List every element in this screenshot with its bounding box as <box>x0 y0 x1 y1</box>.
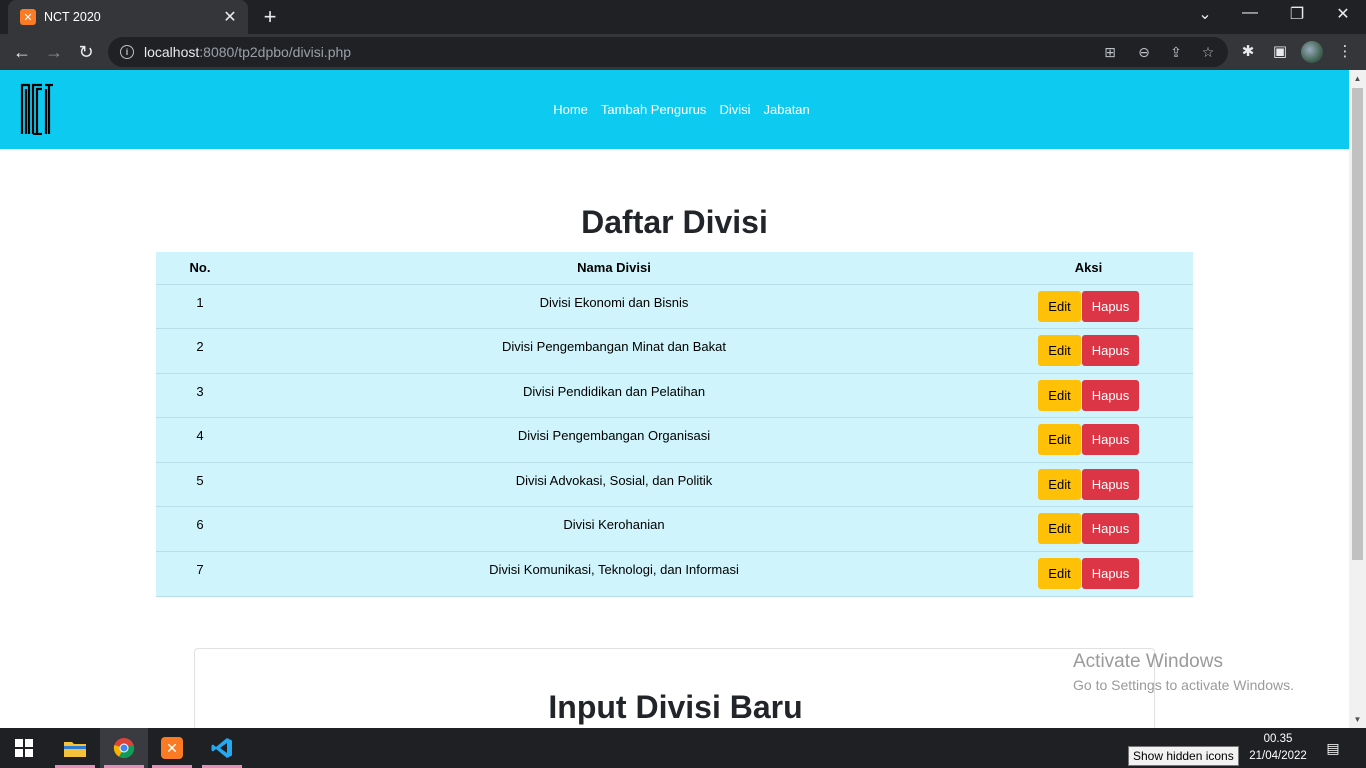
taskbar-clock[interactable]: 00.35 21/04/2022 <box>1246 731 1310 765</box>
row-nama-divisi: Divisi Advokasi, Sosial, dan Politik <box>244 462 984 508</box>
column-header-aksi: Aksi <box>984 252 1193 285</box>
row-number: 7 <box>156 551 244 597</box>
xampp-icon[interactable]: ✕ <box>148 728 196 768</box>
edit-button[interactable]: Edit <box>1038 513 1081 545</box>
side-panel-icon[interactable]: ▣ <box>1270 42 1290 62</box>
zoom-icon[interactable]: ⊖ <box>1136 44 1152 60</box>
browser-tab-bar: ✕ NCT 2020 ✕ + ⌄ — ❐ ✕ <box>0 0 1366 34</box>
hapus-button[interactable]: Hapus <box>1082 424 1139 456</box>
row-actions: Edit Hapus <box>984 328 1193 374</box>
row-nama-divisi: Divisi Pendidikan dan Pelatihan <box>244 373 984 419</box>
profile-avatar[interactable] <box>1301 41 1323 63</box>
notification-center-icon[interactable]: ▤ <box>1323 738 1343 758</box>
close-window-icon[interactable]: ✕ <box>1331 4 1355 24</box>
nav-tambah-pengurus[interactable]: Tambah Pengurus <box>601 102 707 117</box>
table-row: 3 Divisi Pendidikan dan Pelatihan Edit Ha… <box>156 373 1193 419</box>
tab-title: NCT 2020 <box>44 10 101 24</box>
input-divisi-card: Input Divisi Baru <box>194 648 1155 728</box>
tab-search-icon[interactable]: ⌄ <box>1193 4 1217 24</box>
hapus-button[interactable]: Hapus <box>1082 513 1139 545</box>
browser-toolbar: ← → ↻ i localhost:8080/tp2dpbo/divisi.ph… <box>0 34 1366 70</box>
page-viewport: Home Tambah Pengurus Divisi Jabatan Daft… <box>0 70 1349 728</box>
row-actions: Edit Hapus <box>984 462 1193 508</box>
show-hidden-icons-tooltip: Show hidden icons <box>1128 746 1239 766</box>
back-icon[interactable]: ← <box>10 40 34 64</box>
edit-button[interactable]: Edit <box>1038 379 1081 411</box>
form-title: Input Divisi Baru <box>548 689 803 725</box>
site-header: Home Tambah Pengurus Divisi Jabatan <box>0 70 1349 149</box>
hapus-button[interactable]: Hapus <box>1082 558 1139 590</box>
edit-button[interactable]: Edit <box>1038 424 1081 456</box>
xampp-icon: ✕ <box>20 9 36 25</box>
windows-start-icon[interactable] <box>0 728 48 768</box>
table-row: 4 Divisi Pengembangan Organisasi Edit Hap… <box>156 417 1193 463</box>
row-actions: Edit Hapus <box>984 551 1193 597</box>
clock-time: 00.35 <box>1263 733 1293 745</box>
edit-button[interactable]: Edit <box>1038 290 1081 322</box>
row-actions: Edit Hapus <box>984 373 1193 419</box>
row-number: 1 <box>156 284 244 330</box>
edit-button[interactable]: Edit <box>1038 558 1081 590</box>
edit-button[interactable]: Edit <box>1038 335 1081 367</box>
row-nama-divisi: Divisi Komunikasi, Teknologi, dan Inform… <box>244 551 984 597</box>
activate-windows-title: Activate Windows <box>1073 651 1223 672</box>
edit-button[interactable]: Edit <box>1038 468 1081 500</box>
translate-icon[interactable]: ⊞ <box>1102 44 1118 60</box>
table-row: 5 Divisi Advokasi, Sosial, dan Politik E… <box>156 462 1193 508</box>
close-tab-icon[interactable]: ✕ <box>220 7 240 27</box>
restore-icon[interactable]: ❐ <box>1285 4 1309 24</box>
clock-date: 21/04/2022 <box>1249 750 1307 762</box>
extensions-icon[interactable]: ✱ <box>1238 42 1258 62</box>
minimize-icon[interactable]: — <box>1238 4 1262 22</box>
activate-windows-watermark: Activate Windows Go to Settings to activ… <box>1073 651 1294 693</box>
hapus-button[interactable]: Hapus <box>1082 290 1139 322</box>
table-header-row: No. Nama Divisi Aksi <box>156 252 1193 285</box>
divisi-table: No. Nama Divisi Aksi 1 Divisi Ekonomi da… <box>156 252 1193 597</box>
scroll-up-arrow-icon[interactable]: ▲ <box>1349 70 1366 87</box>
forward-icon[interactable]: → <box>42 40 66 64</box>
row-number: 5 <box>156 462 244 508</box>
file-explorer-icon[interactable] <box>51 728 99 768</box>
nav-home[interactable]: Home <box>553 102 588 117</box>
row-nama-divisi: Divisi Pengembangan Organisasi <box>244 417 984 463</box>
browser-tab[interactable]: ✕ NCT 2020 ✕ <box>8 0 248 34</box>
row-nama-divisi: Divisi Pengembangan Minat dan Bakat <box>244 328 984 374</box>
nav-divisi[interactable]: Divisi <box>719 102 750 117</box>
page-title: Daftar Divisi <box>581 204 768 240</box>
column-header-no: No. <box>156 252 244 285</box>
column-header-nama-divisi: Nama Divisi <box>244 252 984 285</box>
scroll-thumb[interactable] <box>1352 88 1363 560</box>
site-info-icon[interactable]: i <box>120 45 134 59</box>
bookmark-star-icon[interactable]: ☆ <box>1200 44 1216 60</box>
table-row: 2 Divisi Pengembangan Minat dan Bakat Ed… <box>156 328 1193 374</box>
table-row: 1 Divisi Ekonomi dan Bisnis Edit Hapus <box>156 284 1193 330</box>
row-nama-divisi: Divisi Kerohanian <box>244 506 984 553</box>
row-number: 2 <box>156 328 244 374</box>
row-actions: Edit Hapus <box>984 284 1193 330</box>
scroll-down-arrow-icon[interactable]: ▼ <box>1349 711 1366 728</box>
row-actions: Edit Hapus <box>984 506 1193 553</box>
url-text: localhost:8080/tp2dpbo/divisi.php <box>144 44 352 60</box>
new-tab-icon[interactable]: + <box>258 4 282 30</box>
reload-icon[interactable]: ↻ <box>74 40 98 64</box>
menu-kebab-icon[interactable]: ⋮ <box>1335 42 1355 62</box>
row-number: 3 <box>156 373 244 419</box>
share-icon[interactable]: ⇪ <box>1168 44 1184 60</box>
activate-windows-subtitle: Go to Settings to activate Windows. <box>1073 677 1294 693</box>
row-nama-divisi: Divisi Ekonomi dan Bisnis <box>244 284 984 330</box>
row-actions: Edit Hapus <box>984 417 1193 463</box>
hapus-button[interactable]: Hapus <box>1082 468 1139 500</box>
address-bar[interactable]: i localhost:8080/tp2dpbo/divisi.php ⊞ ⊖ … <box>108 37 1228 67</box>
row-number: 6 <box>156 506 244 553</box>
main-nav: Home Tambah Pengurus Divisi Jabatan <box>0 70 1349 149</box>
hapus-button[interactable]: Hapus <box>1082 335 1139 367</box>
page-scrollbar[interactable]: ▲ ▼ <box>1349 70 1366 728</box>
chrome-icon[interactable] <box>100 728 148 768</box>
vscode-icon[interactable] <box>198 728 246 768</box>
nav-jabatan[interactable]: Jabatan <box>764 102 810 117</box>
hapus-button[interactable]: Hapus <box>1082 379 1139 411</box>
table-row: 6 Divisi Kerohanian Edit Hapus <box>156 506 1193 553</box>
table-row: 7 Divisi Komunikasi, Teknologi, dan Info… <box>156 551 1193 597</box>
row-number: 4 <box>156 417 244 463</box>
